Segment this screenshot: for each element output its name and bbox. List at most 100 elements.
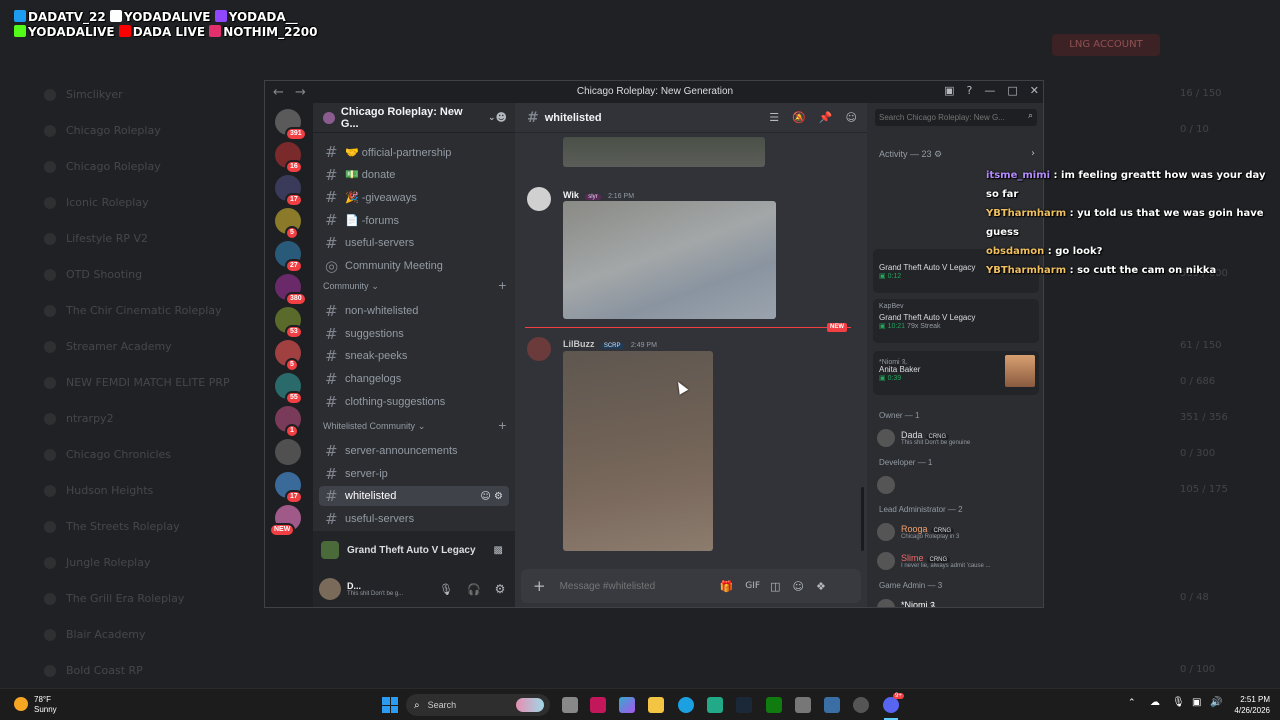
message-author[interactable]: Wik [563,190,579,200]
chevron-up-icon[interactable]: ⌃ [1128,698,1136,708]
minimize-icon[interactable]: — [984,84,995,97]
channel-item[interactable]: # whitelisted ☺ ⚙ [319,486,509,507]
activity-card[interactable]: *Niomi ༉. Anita Baker ▣ 0:39 [873,351,1039,395]
task-view-icon[interactable] [562,697,578,713]
copilot-icon[interactable] [619,697,635,713]
cloud-icon[interactable]: ☁ [1150,697,1160,708]
member-item[interactable]: Dada CRNG This shit Don't be genuine [877,425,1037,451]
channel-item[interactable]: # server-ip [319,464,509,484]
monitor-icon[interactable]: ▣ [1192,697,1201,708]
settings-gear-icon[interactable] [795,697,811,713]
headphones-icon[interactable]: 🎧 [467,583,481,596]
taskbar-search[interactable]: ⌕ Search [406,694,550,716]
activity-header[interactable]: Activity — 23 ⚙ [879,149,942,160]
chevron-right-icon[interactable]: › [1031,148,1035,159]
edge-icon[interactable] [678,697,694,713]
mute-bell-icon[interactable]: 🔕 [792,111,806,124]
channel-item[interactable]: # 💵 donate [319,165,509,185]
message-author[interactable]: LilBuzz [563,339,595,349]
sticker-icon[interactable]: ◫ [770,580,780,593]
app-icon[interactable] [707,697,723,713]
channel-item[interactable]: # 📄 -forums [319,210,509,230]
add-member-icon[interactable]: ☻ [496,111,507,124]
member-item[interactable]: *Niomi ༉. [877,595,1037,608]
add-channel-icon[interactable]: + [498,279,507,292]
threads-icon[interactable]: ☰ [769,111,779,124]
apps-icon[interactable]: ❖ [816,580,826,593]
channel-item[interactable]: # useful-servers [319,233,509,253]
search-input[interactable] [875,109,1037,126]
server-icon[interactable] [275,439,301,465]
inbox-icon[interactable]: ▣ [944,84,954,97]
category-header[interactable]: Community ⌄ [323,281,379,292]
member-item[interactable] [877,472,1037,498]
chat-message: obsdamon : go look? [986,242,1276,261]
app-icon[interactable] [590,697,606,713]
settings-gear-icon[interactable]: ⚙ [495,582,506,596]
add-attachment-icon[interactable]: + [533,577,546,595]
gear-icon[interactable]: ⚙ [934,150,942,160]
background-row: ntrarpy2 [66,412,114,425]
channel-item[interactable]: # sneak-peeks [319,346,509,366]
activity-bar[interactable]: Grand Theft Auto V Legacy ▩ [313,531,515,569]
clock[interactable]: 2:51 PM 4/26/2026 [1226,694,1270,716]
add-channel-icon[interactable]: + [498,419,507,432]
chat-message: YBTharmharm : so cutt the cam on nikka [986,261,1276,280]
server-icon [323,111,335,124]
category-header[interactable]: Whitelisted Community ⌄ [323,421,425,432]
message-time: 2:16 PM [607,193,635,200]
avatar [877,429,895,447]
member-name: *Niomi ༉. [901,599,938,608]
channel-item[interactable]: # 🎉 -giveaways [319,187,509,207]
member-item[interactable]: Slime CRNG I never lie, always admit 'caus… [877,548,1037,574]
server-header[interactable]: Chicago Roleplay: New G... ⌄ ☻ [313,103,515,133]
channel-item[interactable]: # changelogs [319,369,509,389]
gif-icon[interactable]: GIF [745,581,760,591]
avatar[interactable] [527,337,551,361]
new-badge: NEW [269,523,296,537]
emoji-icon[interactable]: ☺ [793,580,804,593]
background-count: 0 / 10 [1180,124,1209,135]
volume-icon[interactable]: 🔊 [1210,697,1222,708]
microphone-icon[interactable]: 🎙 [439,583,453,596]
help-icon[interactable]: ? [967,84,973,97]
avatar[interactable] [319,578,341,600]
mention-badge: 27 [285,259,303,273]
member-item[interactable]: Rooga CRNG Chicago Roleplay in 3 [877,519,1037,545]
channel-item[interactable]: # clothing-suggestions [319,392,509,412]
channel-item[interactable]: # useful-servers [319,509,509,529]
background-row: Chicago Chronicles [66,448,171,461]
activity-card[interactable]: KapBev Grand Theft Auto V Legacy ▣ 10:21 7… [873,299,1039,343]
attachment-image[interactable] [563,351,713,551]
attachment-image[interactable] [563,201,776,319]
weather-widget[interactable]: 78°F Sunny [34,695,57,715]
channel-item[interactable]: # non-whitelisted [319,301,509,321]
maximize-icon[interactable]: □ [1007,84,1017,97]
photos-icon[interactable] [824,697,840,713]
channel-item[interactable]: # 🤝 official-partnership [319,142,509,162]
member-list-icon[interactable]: ☺ [846,111,857,124]
scrollbar[interactable] [861,487,864,551]
message-input[interactable] [559,580,710,592]
hash-icon: # [325,211,338,230]
attachment-image[interactable] [563,137,765,167]
pin-icon[interactable]: 📌 [819,111,833,124]
channel-item[interactable]: # server-announcements [319,441,509,461]
obs-icon[interactable] [853,697,869,713]
channel-title: whitelisted [544,111,602,124]
channel-settings-icon[interactable]: ☺ ⚙ [480,491,503,502]
channel-item[interactable]: # suggestions [319,324,509,344]
file-explorer-icon[interactable] [648,697,664,713]
xbox-icon[interactable] [766,697,782,713]
steam-icon[interactable] [736,697,752,713]
channel-item[interactable]: ◎ Community Meeting [319,256,509,276]
gift-icon[interactable]: 🎁 [720,580,734,593]
windows-start-icon[interactable] [382,697,398,713]
discord-icon[interactable] [883,697,899,713]
screen-share-icon[interactable]: ▩ [494,545,503,556]
close-icon[interactable]: ✕ [1030,84,1039,97]
avatar[interactable] [527,187,551,211]
hash-icon: # [325,464,338,483]
mention-badge: 55 [285,391,303,405]
microphone-icon[interactable]: 🎙 [1172,697,1185,708]
